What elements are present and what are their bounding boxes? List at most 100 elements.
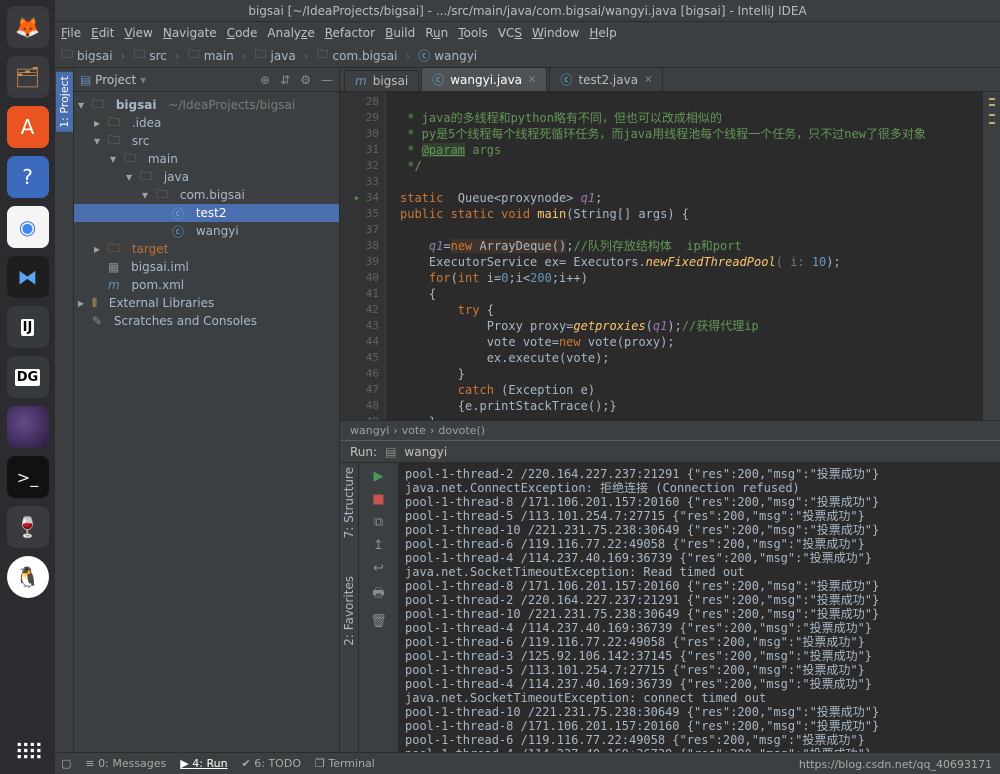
launcher-vscode[interactable]: ⧓ (7, 256, 49, 298)
menu-vcs[interactable]: VCS (498, 26, 522, 40)
folder-icon: 🗀 (133, 45, 145, 66)
folder-icon: 🗀 (255, 45, 267, 66)
bottom-tab-todo[interactable]: ✔ 6: TODO (242, 757, 301, 770)
project-icon: ▤ (80, 73, 91, 87)
launcher-help[interactable]: ? (7, 156, 49, 198)
crumb-file[interactable]: ⓒwangyi (418, 47, 477, 64)
crumb-main[interactable]: 🗀main (188, 45, 234, 66)
tab-wangyi[interactable]: ⓒwangyi.java× (421, 67, 547, 91)
tree-target[interactable]: 🗀 target (74, 240, 339, 258)
close-icon[interactable]: × (528, 74, 536, 85)
project-panel: ▤ Project ▾ ⊕ ⇵ ⚙ — 🗀 bigsai ~/IdeaProje… (74, 68, 340, 752)
menu-tools[interactable]: Tools (458, 26, 488, 40)
settings-icon[interactable]: ⚙ (300, 73, 311, 87)
run-config-name[interactable]: wangyi (404, 445, 447, 459)
layout-icon[interactable]: ⧉ (374, 515, 383, 530)
code-content[interactable]: * java的多线程和python略有不同，但也可以改成相似的 * py是5个线… (386, 92, 982, 420)
watermark: https://blog.csdn.net/qq_40693171 (799, 758, 992, 771)
tab-project[interactable]: 1: Project (56, 72, 73, 132)
tree-main[interactable]: 🗀 main (74, 150, 339, 168)
bottom-tab-run[interactable]: ▶ 4: Run (180, 757, 227, 770)
soft-wrap-icon[interactable]: ↩ (373, 561, 384, 576)
launcher-intellij[interactable]: IJ (7, 306, 49, 348)
tree-pom[interactable]: m pom.xml (74, 276, 339, 294)
launcher-terminal[interactable]: >_ (7, 456, 49, 498)
launcher-files[interactable]: 🗂 (7, 56, 49, 98)
menu-refactor[interactable]: Refactor (325, 26, 375, 40)
editor-marker-strip[interactable] (982, 92, 1000, 420)
menu-code[interactable]: Code (227, 26, 258, 40)
crumb-method[interactable]: dovote() (438, 424, 485, 437)
menu-navigate[interactable]: Navigate (163, 26, 217, 40)
launcher-eclipse[interactable] (7, 406, 49, 448)
menu-build[interactable]: Build (385, 26, 415, 40)
collapse-all-icon[interactable]: ⇵ (280, 73, 290, 87)
crumb-java[interactable]: 🗀java (255, 45, 296, 66)
editor-tabs: mbigsai ⓒwangyi.java× ⓒtest2.java× (340, 68, 1000, 92)
stop-icon[interactable]: ■ (372, 492, 384, 507)
menu-bar: File Edit View Navigate Code Analyze Ref… (55, 22, 1000, 44)
launcher-software[interactable]: A (7, 106, 49, 148)
os-launcher: 🦊 🗂 A ? ◉ ⧓ IJ DG >_ 🍷 🐧 ⠿⠿ (0, 0, 55, 774)
maven-icon: m (355, 74, 367, 88)
menu-view[interactable]: View (124, 26, 152, 40)
status-square-icon[interactable]: ▢ (61, 757, 71, 770)
crumb-bigsai[interactable]: 🗀bigsai (61, 45, 113, 66)
code-editor[interactable]: 282930313233▸343537383940414243444546474… (340, 92, 1000, 420)
folder-icon: 🗀 (188, 45, 200, 66)
menu-help[interactable]: Help (589, 26, 616, 40)
run-gutter-icon[interactable]: ▸ (354, 190, 361, 206)
gutter[interactable]: 282930313233▸343537383940414243444546474… (340, 92, 386, 420)
up-icon[interactable]: ↥ (373, 538, 384, 553)
run-panel: Run: ▤ wangyi 7: Structure 2: Favorites … (340, 440, 1000, 752)
menu-analyze[interactable]: Analyze (267, 26, 314, 40)
run-header: Run: ▤ wangyi (340, 441, 1000, 463)
tab-test2[interactable]: ⓒtest2.java× (549, 67, 663, 91)
tab-favorites[interactable]: 2: Favorites (342, 572, 356, 650)
tree-root[interactable]: 🗀 bigsai ~/IdeaProjects/bigsai (74, 96, 339, 114)
run-toolbar: ▶ ■ ⧉ ↥ ↩ 🖶 🗑 (359, 463, 399, 752)
tree-scr[interactable]: ✎ Scratches and Consoles (74, 312, 339, 330)
class-icon: ⓒ (432, 71, 444, 88)
rerun-icon[interactable]: ▶ (374, 469, 384, 484)
tree-java[interactable]: 🗀 java (74, 168, 339, 186)
breadcrumb: 🗀bigsai 🗀src 🗀main 🗀java 🗀com.bigsai ⓒwa… (55, 44, 1000, 68)
tree-wangyi[interactable]: ⓒ wangyi (74, 222, 339, 240)
folder-icon: 🗀 (61, 45, 73, 66)
crumb-class[interactable]: wangyi (350, 424, 389, 437)
launcher-firefox[interactable]: 🦊 (7, 6, 49, 48)
launcher-qq[interactable]: 🐧 (7, 556, 49, 598)
tab-structure[interactable]: 7: Structure (342, 463, 356, 542)
menu-edit[interactable]: Edit (91, 26, 114, 40)
tab-bigsai[interactable]: mbigsai (344, 70, 419, 91)
menu-window[interactable]: Window (532, 26, 579, 40)
launcher-apps-grid[interactable]: ⠿⠿ (7, 732, 49, 774)
hide-panel-icon[interactable]: — (321, 73, 333, 87)
tree-test2[interactable]: ⓒ test2 (74, 204, 339, 222)
tree-ext[interactable]: ⫴ External Libraries (74, 294, 339, 312)
package-icon: 🗀 (317, 45, 329, 66)
bottom-tab-terminal[interactable]: ❐ Terminal (315, 757, 375, 770)
tree-iml[interactable]: ▦ bigsai.iml (74, 258, 339, 276)
tree-idea[interactable]: 🗀 .idea (74, 114, 339, 132)
crumb-inner[interactable]: vote (402, 424, 426, 437)
launcher-wine[interactable]: 🍷 (7, 506, 49, 548)
close-icon[interactable]: × (644, 74, 652, 85)
class-icon: ⓒ (418, 47, 430, 64)
launcher-datagrip[interactable]: DG (7, 356, 49, 398)
print-icon[interactable]: 🖶 (372, 584, 384, 606)
scroll-to-source-icon[interactable]: ⊕ (260, 73, 270, 87)
bottom-tab-messages[interactable]: ≡ 0: Messages (85, 757, 166, 770)
console-output[interactable]: pool-1-thread-2 /220.164.227.237:21291 {… (399, 463, 1000, 752)
clear-icon[interactable]: 🗑 (370, 614, 387, 629)
left-tool-strip: 1: Project (55, 68, 74, 752)
launcher-chrome[interactable]: ◉ (7, 206, 49, 248)
crumb-pkg[interactable]: 🗀com.bigsai (317, 45, 398, 66)
window-title: bigsai [~/IdeaProjects/bigsai] - .../src… (55, 0, 1000, 22)
tree-pkg[interactable]: 🗀 com.bigsai (74, 186, 339, 204)
crumb-src[interactable]: 🗀src (133, 45, 167, 66)
menu-file[interactable]: File (61, 26, 81, 40)
menu-run[interactable]: Run (425, 26, 448, 40)
tree-src[interactable]: 🗀 src (74, 132, 339, 150)
project-tree[interactable]: 🗀 bigsai ~/IdeaProjects/bigsai 🗀 .idea 🗀… (74, 92, 339, 334)
